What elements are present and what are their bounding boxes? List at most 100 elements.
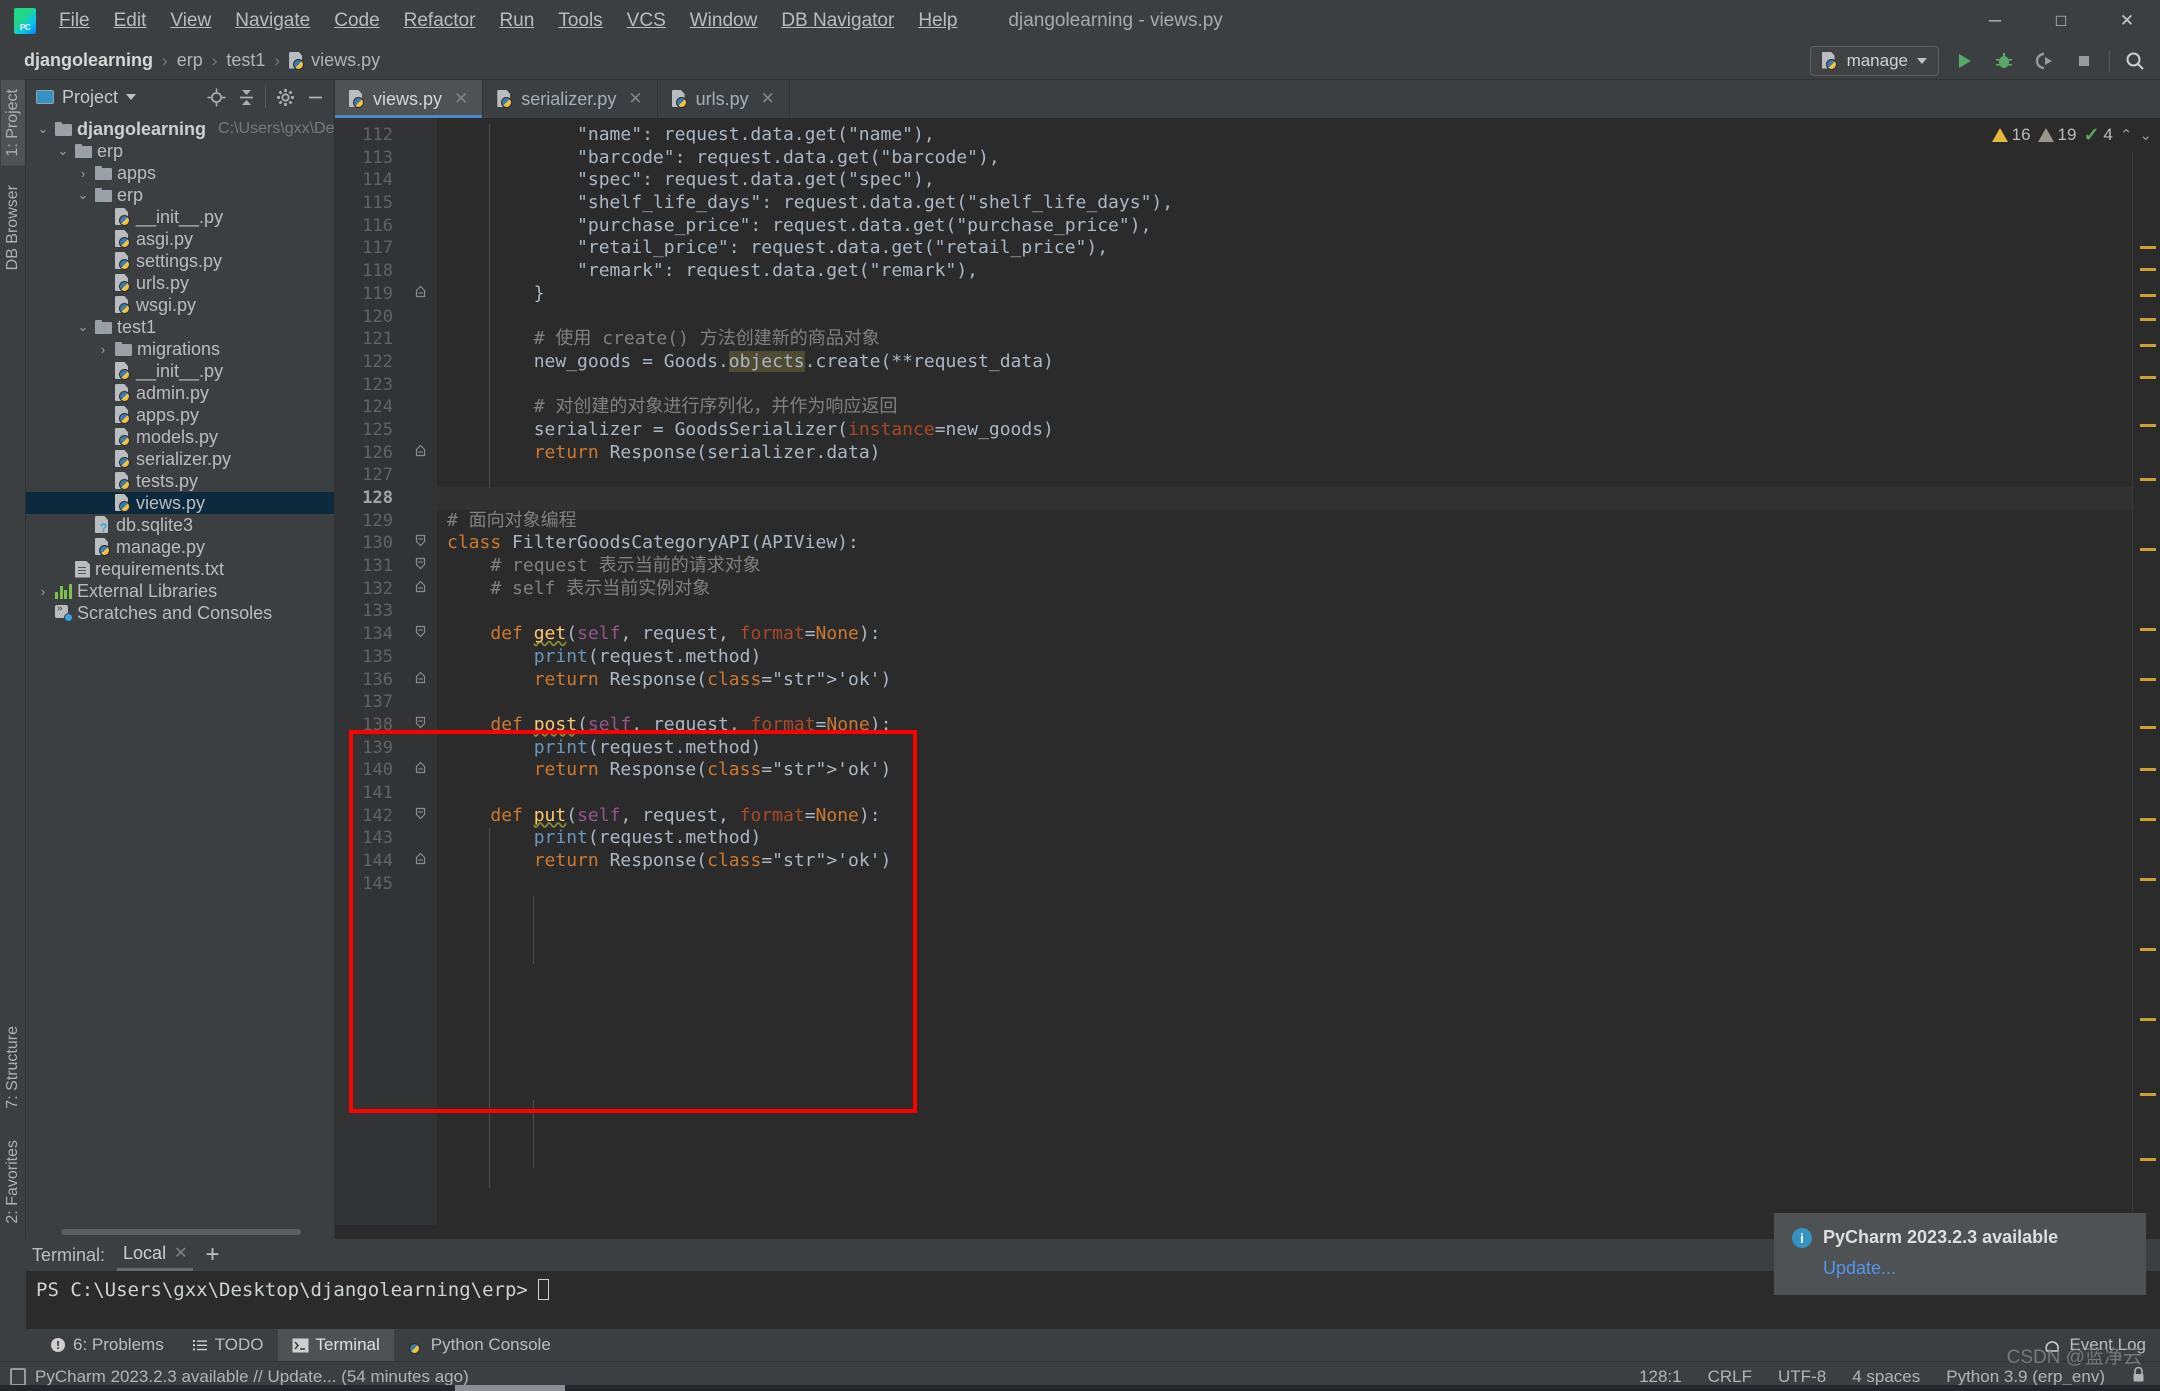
run-configuration-selector[interactable]: manage	[1810, 46, 1939, 76]
caret-position-widget[interactable]: 128:1	[1639, 1367, 1682, 1387]
code-line[interactable]	[437, 487, 2132, 510]
code-line[interactable]	[437, 464, 2132, 487]
code-line[interactable]: serializer = GoodsSerializer(instance=ne…	[437, 419, 2132, 442]
run-with-coverage-button[interactable]	[2029, 46, 2059, 76]
indent-widget[interactable]: 4 spaces	[1852, 1367, 1920, 1387]
code-line[interactable]: print(request.method)	[437, 827, 2132, 850]
editor-tab-urls[interactable]: urls.py ✕	[658, 80, 790, 118]
menu-item-vcs[interactable]: VCS	[616, 6, 677, 37]
chevron-down-icon[interactable]: ⌄	[56, 143, 70, 159]
breadcrumb-item-views[interactable]: views.py	[283, 48, 386, 73]
ok-count-chip[interactable]: ✓ 4	[2083, 124, 2112, 147]
tree-item-wsgi-py[interactable]: wsgi.py	[26, 294, 334, 316]
menu-item-navigate[interactable]: Navigate	[224, 6, 321, 37]
code-line[interactable]: # 使用 create() 方法创建新的商品对象	[437, 328, 2132, 351]
warning-count-chip[interactable]: 16	[1992, 125, 2031, 145]
settings-gear-icon[interactable]	[274, 86, 296, 108]
code-line[interactable]: # self 表示当前实例对象	[437, 578, 2132, 601]
bottom-tab-python-console[interactable]: Python Console	[394, 1329, 565, 1361]
chevron-down-icon[interactable]: ⌄	[76, 319, 90, 335]
chevron-down-icon[interactable]: ⌄	[76, 187, 90, 203]
collapse-all-icon[interactable]	[235, 86, 257, 108]
next-problem-icon[interactable]: ⌄	[2139, 126, 2152, 144]
notification-popup[interactable]: i PyCharm 2023.2.3 available Update...	[1774, 1213, 2146, 1295]
fold-marker[interactable]	[403, 669, 437, 692]
interpreter-widget[interactable]: Python 3.9 (erp_env)	[1946, 1367, 2105, 1387]
chevron-right-icon[interactable]: ›	[96, 342, 110, 357]
fold-marker[interactable]	[403, 283, 437, 306]
tree-item-apps[interactable]: ›apps	[26, 162, 334, 184]
fold-marker[interactable]	[403, 442, 437, 465]
close-button[interactable]: ✕	[2094, 0, 2160, 42]
code-line[interactable]: # request 表示当前的请求对象	[437, 555, 2132, 578]
hide-icon[interactable]	[304, 86, 326, 108]
code-line[interactable]: print(request.method)	[437, 737, 2132, 760]
fold-marker[interactable]	[403, 555, 437, 578]
editor-tab-views[interactable]: views.py ✕	[335, 80, 483, 118]
encoding-widget[interactable]: UTF-8	[1778, 1367, 1826, 1387]
line-separator-widget[interactable]: CRLF	[1708, 1367, 1752, 1387]
code-line[interactable]	[437, 306, 2132, 329]
maximize-button[interactable]: □	[2028, 0, 2094, 42]
inspection-summary[interactable]: 16 19 ✓ 4 ⌃ ⌄	[1992, 118, 2160, 152]
code-line[interactable]: def post(self, request, format=None):	[437, 714, 2132, 737]
menu-item-db-navigator[interactable]: DB Navigator	[770, 6, 905, 37]
tree-item-views-py[interactable]: views.py	[26, 492, 334, 514]
menu-item-tools[interactable]: Tools	[547, 6, 613, 37]
chevron-down-icon[interactable]	[126, 94, 136, 100]
code-line[interactable]: def put(self, request, format=None):	[437, 805, 2132, 828]
tree-item-djangolearning[interactable]: ⌄djangolearningC:\Users\gxx\Desktop\dja	[26, 118, 334, 140]
breadcrumb-item-test1[interactable]: test1	[220, 48, 271, 73]
tree-item-settings-py[interactable]: settings.py	[26, 250, 334, 272]
search-icon[interactable]	[2120, 46, 2150, 76]
fold-marker[interactable]	[403, 805, 437, 828]
menu-item-help[interactable]: Help	[907, 6, 968, 37]
tool-window-tab-structure[interactable]: 7: Structure	[1, 1017, 25, 1118]
fold-marker[interactable]	[403, 714, 437, 737]
chevron-right-icon[interactable]: ›	[76, 166, 90, 181]
run-button[interactable]	[1949, 46, 1979, 76]
tree-item-models-py[interactable]: models.py	[26, 426, 334, 448]
tree-item-asgi-py[interactable]: asgi.py	[26, 228, 334, 250]
code-line[interactable]: return Response(class="str">'ok')	[437, 669, 2132, 692]
minimize-button[interactable]: ─	[1962, 0, 2028, 42]
code-line[interactable]: "barcode": request.data.get("barcode"),	[437, 147, 2132, 170]
code-line[interactable]: return Response(class="str">'ok')	[437, 850, 2132, 873]
code-line[interactable]: new_goods = Goods.objects.create(**reque…	[437, 351, 2132, 374]
bottom-tab-problems[interactable]: 6: Problems	[36, 1329, 178, 1361]
chevron-right-icon[interactable]: ›	[36, 584, 50, 599]
code-line[interactable]: return Response(serializer.data)	[437, 442, 2132, 465]
tree-item-admin-py[interactable]: admin.py	[26, 382, 334, 404]
close-icon[interactable]: ✕	[174, 1243, 187, 1263]
locate-icon[interactable]	[205, 86, 227, 108]
bottom-tab-terminal[interactable]: Terminal	[278, 1329, 394, 1361]
code-line[interactable]: "purchase_price": request.data.get("purc…	[437, 215, 2132, 238]
code-line[interactable]: "retail_price": request.data.get("retail…	[437, 237, 2132, 260]
tree-item-tests-py[interactable]: tests.py	[26, 470, 334, 492]
fold-marker[interactable]	[403, 850, 437, 873]
tree-item-apps-py[interactable]: apps.py	[26, 404, 334, 426]
tree-item-manage-py[interactable]: manage.py	[26, 536, 334, 558]
stop-button[interactable]	[2069, 46, 2099, 76]
status-message-area[interactable]: PyCharm 2023.2.3 available // Update... …	[10, 1367, 469, 1387]
code-line[interactable]: def get(self, request, format=None):	[437, 623, 2132, 646]
code-line[interactable]	[437, 691, 2132, 714]
menu-item-view[interactable]: View	[159, 6, 222, 37]
notification-update-link[interactable]: Update...	[1823, 1258, 2128, 1279]
code-line[interactable]: "shelf_life_days": request.data.get("she…	[437, 192, 2132, 215]
tool-window-tab-favorites[interactable]: 2: Favorites	[1, 1131, 25, 1233]
debug-button[interactable]	[1989, 46, 2019, 76]
fold-marker[interactable]	[403, 578, 437, 601]
menu-item-code[interactable]: Code	[323, 6, 390, 37]
project-tree[interactable]: ⌄djangolearningC:\Users\gxx\Desktop\dja ⌄…	[26, 114, 334, 1225]
fold-marker[interactable]	[403, 623, 437, 646]
code-line[interactable]: "name": request.data.get("name"),	[437, 124, 2132, 147]
project-horizontal-scrollbar[interactable]	[26, 1225, 334, 1239]
editor-tab-serializer[interactable]: serializer.py ✕	[483, 80, 657, 118]
code-line[interactable]	[437, 600, 2132, 623]
code-line[interactable]: # 面向对象编程	[437, 510, 2132, 533]
close-icon[interactable]: ✕	[628, 89, 642, 109]
add-terminal-icon[interactable]: +	[205, 1243, 219, 1267]
tree-item-__init__-py[interactable]: __init__.py	[26, 206, 334, 228]
code-line[interactable]	[437, 873, 2132, 896]
